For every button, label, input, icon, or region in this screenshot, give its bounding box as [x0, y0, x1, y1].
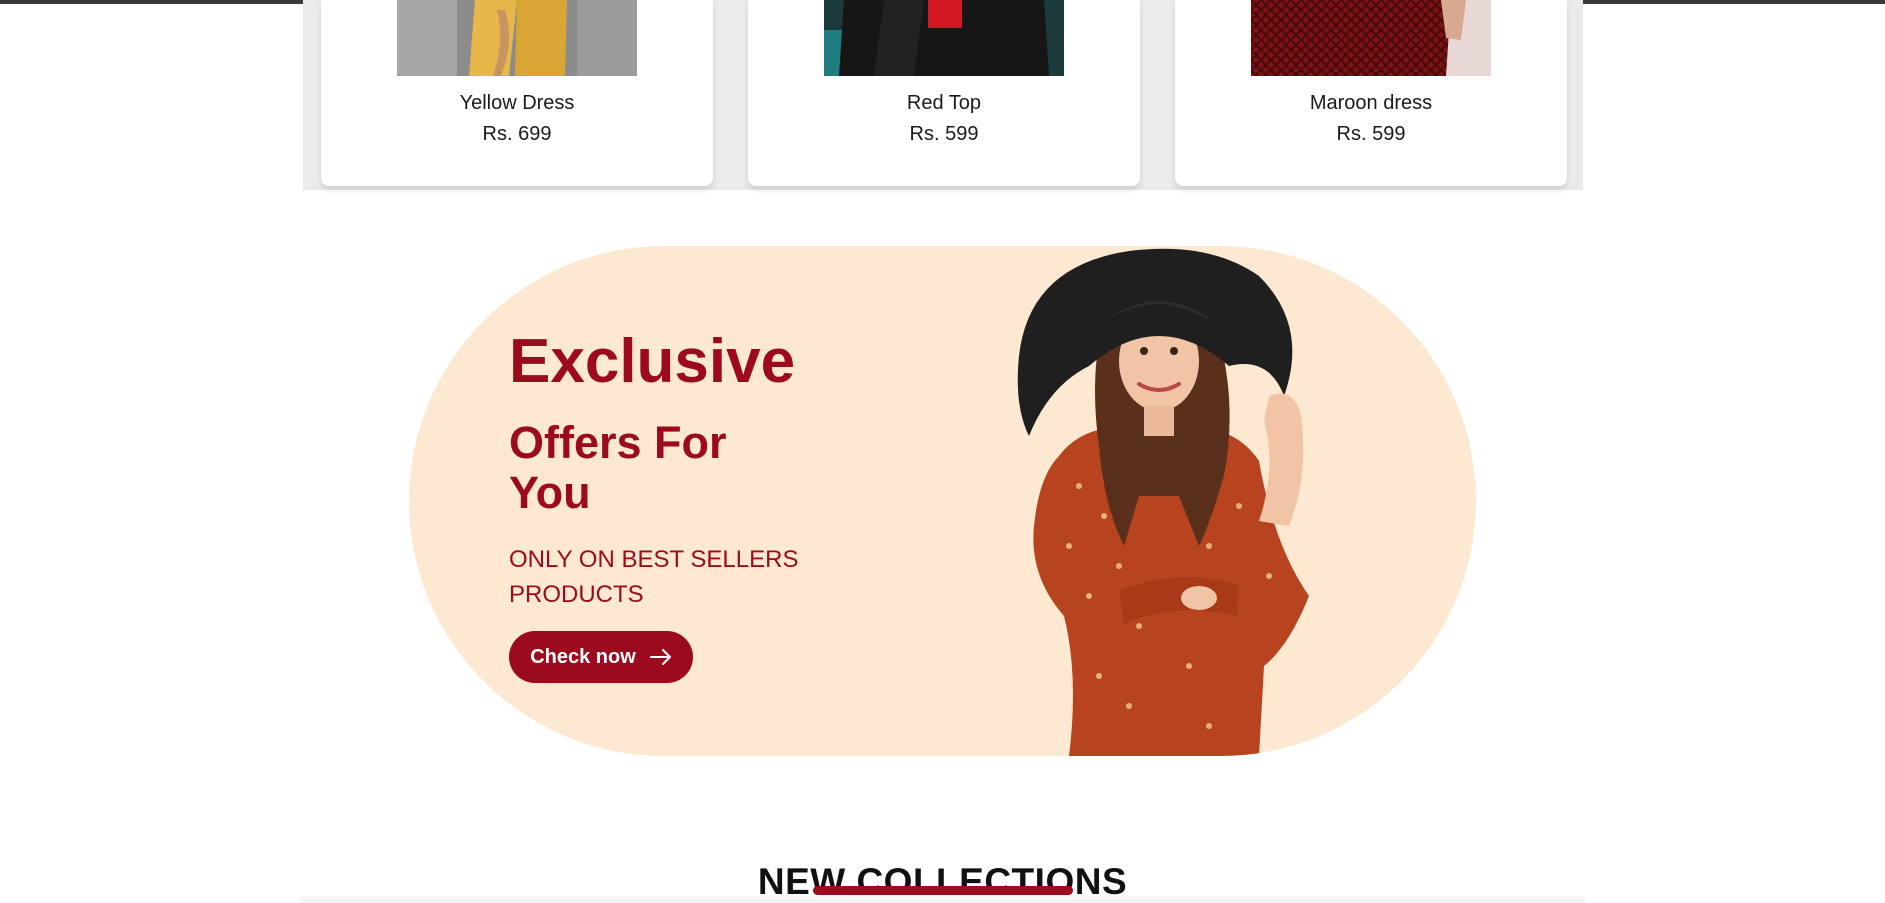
- product-name[interactable]: Red Top: [748, 92, 1140, 115]
- offer-note: ONLY ON BEST SELLERS PRODUCTS: [509, 546, 799, 608]
- product-card[interactable]: Maroon dress Rs. 599: [1175, 0, 1567, 186]
- arrow-right-icon: [649, 649, 672, 665]
- product-price: Rs. 599: [1336, 123, 1406, 145]
- product-image[interactable]: [397, 0, 637, 76]
- exclusive-offer-banner: Exclusive Offers For You ONLY ON BEST SE…: [409, 246, 1476, 756]
- product-card[interactable]: Yellow Dress Rs. 699: [321, 0, 713, 186]
- product-name[interactable]: Yellow Dress: [321, 92, 713, 115]
- product-price: Rs. 699: [482, 123, 552, 145]
- popular-products-strip: Yellow Dress Rs. 699 Red Top Rs. 599 Mar…: [303, 0, 1583, 190]
- product-image[interactable]: [1251, 0, 1491, 76]
- product-card[interactable]: Red Top Rs. 599: [748, 0, 1140, 186]
- product-image[interactable]: [824, 0, 1064, 76]
- check-now-button[interactable]: Check now: [509, 631, 693, 683]
- model-image: [1009, 246, 1349, 756]
- check-now-label: Check now: [530, 645, 636, 668]
- product-name[interactable]: Maroon dress: [1175, 92, 1567, 115]
- heading-underline: [813, 886, 1073, 895]
- collections-strip-edge: [300, 896, 1585, 903]
- product-price: Rs. 599: [909, 123, 979, 145]
- offer-title: Exclusive: [509, 327, 796, 396]
- offer-subtitle: Offers For You: [509, 417, 727, 518]
